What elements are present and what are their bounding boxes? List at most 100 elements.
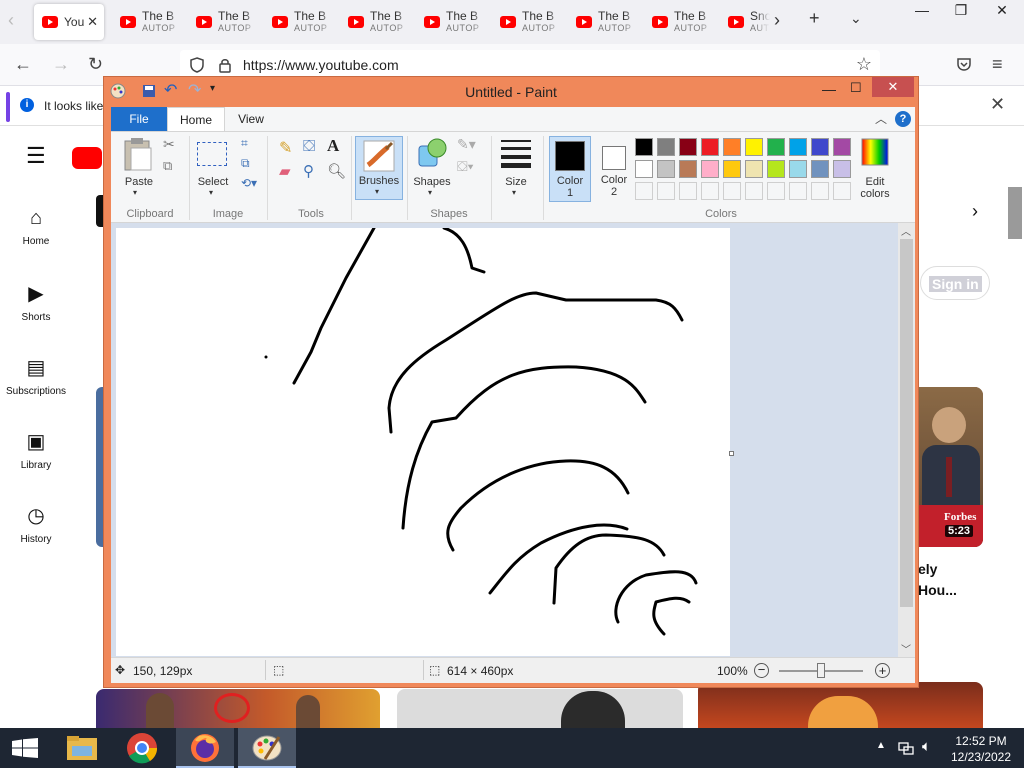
crop-icon[interactable]: ⌗	[241, 136, 248, 151]
palette-swatch[interactable]	[833, 138, 851, 156]
custom-color-slot[interactable]	[789, 182, 807, 200]
system-clock[interactable]: 12:52 PM 12/23/2022	[946, 733, 1016, 765]
network-icon[interactable]	[898, 740, 914, 756]
size-label[interactable]: Size	[497, 176, 535, 188]
sidebar-item-library[interactable]: ▣ Library	[0, 429, 72, 471]
resize-icon[interactable]: ⧉	[241, 156, 250, 171]
sidebar-item-history[interactable]: ◷ History	[0, 503, 72, 545]
custom-color-slot[interactable]	[679, 182, 697, 200]
rotate-icon[interactable]: ⟲▾	[241, 176, 257, 190]
palette-swatch[interactable]	[811, 138, 829, 156]
paint-title-bar[interactable]: ↶ ↷ ▾ Untitled - Paint — ☐ ✕	[104, 77, 918, 107]
tab-file[interactable]: File	[111, 107, 167, 131]
palette-swatch[interactable]	[833, 160, 851, 178]
palette-swatch[interactable]	[723, 138, 741, 156]
custom-color-slot[interactable]	[701, 182, 719, 200]
browser-tab[interactable]: The B AUTOP	[416, 4, 486, 40]
copy-icon[interactable]: ⧉	[163, 158, 172, 174]
shapes-label[interactable]: Shapes	[411, 176, 453, 188]
list-all-tabs-icon[interactable]: ⌄	[850, 10, 862, 27]
minimize-ribbon-icon[interactable]: ︿	[875, 110, 887, 127]
taskbar-file-explorer[interactable]	[54, 728, 112, 768]
outline-icon[interactable]: ✎▾	[457, 136, 476, 153]
sign-in-button[interactable]: Sign in	[920, 266, 990, 300]
palette-swatch[interactable]	[789, 160, 807, 178]
windows-start-icon[interactable]	[12, 738, 38, 758]
video-thumbnail-right[interactable]: Forbes 5:23	[918, 387, 983, 547]
color2-button[interactable]: Color 2	[593, 136, 635, 202]
fill-shape-icon[interactable]: ⛋▾	[457, 158, 474, 175]
app-menu-icon[interactable]: ≡	[992, 54, 1003, 75]
scroll-down-icon[interactable]: ﹀	[901, 641, 911, 656]
palette-swatch[interactable]	[679, 138, 697, 156]
paint-minimize-icon[interactable]: —	[822, 81, 836, 97]
volume-icon[interactable]: 🔈︎	[922, 738, 931, 755]
custom-color-slot[interactable]	[723, 182, 741, 200]
edit-colors-label-2[interactable]: colors	[853, 188, 897, 200]
youtube-logo[interactable]	[72, 147, 102, 169]
palette-swatch[interactable]	[701, 138, 719, 156]
select-icon[interactable]	[197, 142, 227, 166]
magnifier-icon[interactable]: 🔍︎	[327, 162, 346, 180]
vertical-scrollbar-thumb[interactable]	[900, 239, 913, 607]
taskbar-paint[interactable]	[238, 728, 296, 768]
video-thumbnail-bottom-3[interactable]	[698, 682, 983, 728]
zoom-in-button[interactable]: +	[875, 663, 890, 678]
browser-tab[interactable]: The B AUTOP	[644, 4, 714, 40]
bookmark-star-icon[interactable]: ☆	[856, 54, 872, 75]
new-tab-icon[interactable]: +	[809, 8, 820, 29]
select-label[interactable]: Select	[193, 176, 233, 188]
sidebar-item-home[interactable]: ⌂ Home	[0, 207, 72, 247]
palette-swatch[interactable]	[657, 160, 675, 178]
vertical-scrollbar[interactable]: ︿ ﹀	[898, 223, 915, 657]
browser-tab[interactable]: The B AUTOP	[264, 4, 334, 40]
close-window-icon[interactable]: ✕	[985, 0, 1019, 22]
size-icon[interactable]	[499, 138, 533, 168]
custom-color-slot[interactable]	[767, 182, 785, 200]
page-scrollbar-thumb[interactable]	[1008, 187, 1022, 239]
video-title-line1[interactable]: ely	[918, 561, 937, 577]
video-thumbnail-bottom-2[interactable]	[397, 689, 683, 728]
zoom-out-button[interactable]: −	[754, 663, 769, 678]
close-tab-icon[interactable]: ✕	[87, 14, 98, 30]
paste-icon[interactable]	[123, 136, 153, 172]
edit-colors-label[interactable]: Edit	[853, 176, 897, 188]
scroll-up-icon[interactable]: ︿	[901, 223, 911, 238]
custom-color-slot[interactable]	[657, 182, 675, 200]
browser-tab[interactable]: The B AUTOP	[492, 4, 562, 40]
paint-close-button[interactable]: ✕	[872, 77, 914, 97]
canvas-resize-handle[interactable]	[729, 451, 734, 456]
edit-colors-icon[interactable]	[861, 138, 889, 166]
zoom-slider-thumb[interactable]	[817, 663, 825, 678]
eraser-icon[interactable]: ▰	[279, 162, 291, 180]
browser-tab[interactable]: The B AUTOP	[340, 4, 410, 40]
video-title-line2[interactable]: Hou...	[918, 582, 957, 598]
pocket-icon[interactable]	[956, 56, 972, 72]
paint-maximize-icon[interactable]: ☐	[850, 80, 862, 96]
color-picker-icon[interactable]: ⚲	[303, 162, 314, 180]
palette-swatch[interactable]	[635, 160, 653, 178]
custom-color-slot[interactable]	[635, 182, 653, 200]
palette-swatch[interactable]	[811, 160, 829, 178]
custom-color-slot[interactable]	[833, 182, 851, 200]
tab-view[interactable]: View	[225, 107, 277, 131]
color1-button[interactable]: Color 1	[549, 136, 591, 202]
shapes-dropdown-icon[interactable]: ▾	[428, 188, 432, 197]
palette-swatch[interactable]	[701, 160, 719, 178]
select-dropdown-icon[interactable]: ▾	[209, 188, 213, 197]
palette-swatch[interactable]	[767, 138, 785, 156]
palette-swatch[interactable]	[789, 138, 807, 156]
tabs-scroll-left-icon[interactable]: ‹	[8, 10, 14, 31]
palette-swatch[interactable]	[745, 138, 763, 156]
size-dropdown-icon[interactable]: ▾	[512, 188, 516, 197]
browser-tab[interactable]: The B AUTOP	[112, 4, 182, 40]
sidebar-item-subscriptions[interactable]: ▤ Subscriptions	[0, 355, 72, 397]
chips-next-icon[interactable]: ›	[972, 201, 978, 222]
text-icon[interactable]: A	[327, 136, 339, 156]
palette-swatch[interactable]	[745, 160, 763, 178]
taskbar-chrome[interactable]	[114, 728, 172, 768]
tracking-protection-icon[interactable]	[190, 57, 204, 73]
tab-home[interactable]: Home	[167, 107, 225, 131]
custom-color-slot[interactable]	[811, 182, 829, 200]
palette-swatch[interactable]	[635, 138, 653, 156]
